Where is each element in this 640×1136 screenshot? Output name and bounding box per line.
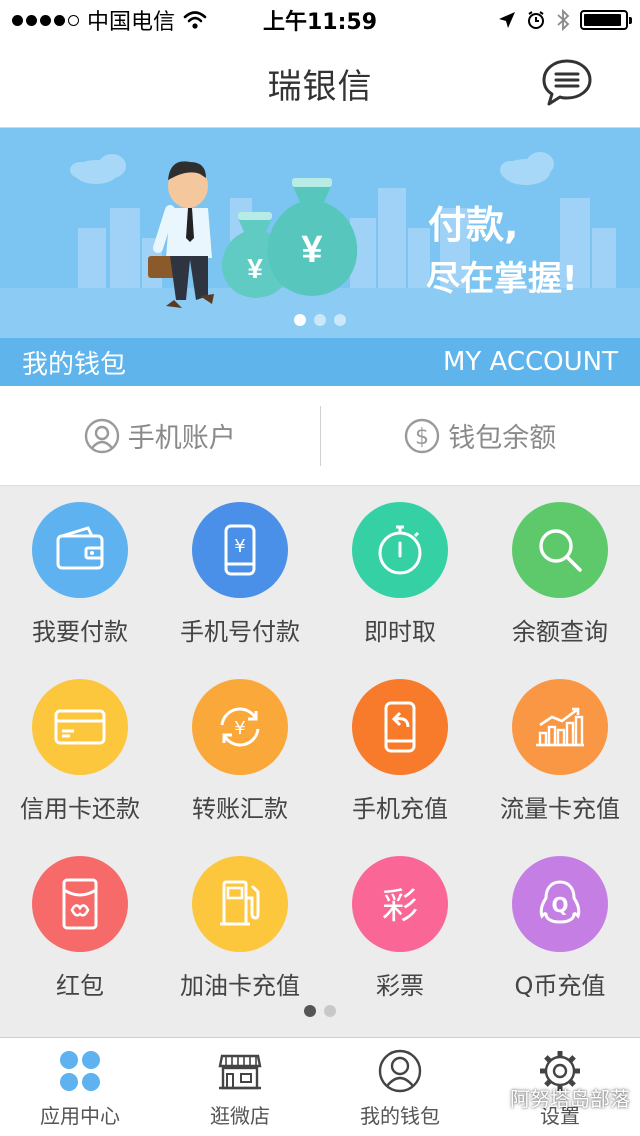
wallet-balance-label: 钱包余额 xyxy=(448,423,557,454)
watermark-text: 阿努塔岛部落 xyxy=(510,1087,630,1111)
grid-item-label: 手机充值 xyxy=(352,795,448,823)
wallet-balance-button[interactable]: $ 钱包余额 xyxy=(321,416,640,455)
grid-item-label: 红包 xyxy=(56,972,104,1000)
grid-item-label: 彩票 xyxy=(376,972,424,1000)
battery-icon xyxy=(580,10,632,30)
lottery-glyph: 彩 xyxy=(382,886,418,927)
svg-text:Q: Q xyxy=(551,893,568,917)
grid-item-label: 转账汇款 xyxy=(192,795,288,823)
grid-item-label: 余额查询 xyxy=(512,618,608,646)
my-wallet-label: 我的钱包 xyxy=(22,349,127,380)
data-chart-icon xyxy=(512,679,608,775)
carrier-name: 中国电信 xyxy=(87,10,176,35)
svg-text:¥: ¥ xyxy=(247,253,263,284)
my-account-label: MY ACCOUNT xyxy=(442,347,618,377)
status-time: 上午11:59 xyxy=(262,10,378,35)
money-bag-icon: ¥ xyxy=(267,178,358,296)
message-bubble-icon[interactable] xyxy=(540,56,594,110)
user-circle-icon xyxy=(84,418,119,453)
status-bar: 中国电信 上午11:59 xyxy=(0,0,640,40)
tab-my-wallet[interactable]: 我的钱包 xyxy=(320,1038,480,1136)
fuel-pump-icon xyxy=(192,856,288,952)
stopwatch-icon xyxy=(352,502,448,598)
wifi-icon xyxy=(183,11,207,29)
search-icon xyxy=(512,502,608,598)
location-arrow-icon xyxy=(499,12,515,28)
page-title: 瑞银信 xyxy=(267,67,373,107)
tab-label: 我的钱包 xyxy=(360,1104,440,1128)
svg-text:$: $ xyxy=(415,425,429,450)
grid-page-indicator[interactable] xyxy=(0,1005,640,1017)
qq-penguin-icon: Q xyxy=(512,856,608,952)
grid-item-label: Q币充值 xyxy=(514,972,606,1000)
phone-account-label: 手机账户 xyxy=(127,423,236,454)
credit-card-icon xyxy=(32,679,128,775)
phone-account-button[interactable]: 手机账户 xyxy=(0,416,320,455)
svg-text:¥: ¥ xyxy=(301,229,322,271)
grid-item-label: 信用卡还款 xyxy=(20,795,140,823)
grid-item-label: 手机号付款 xyxy=(180,618,300,646)
grid-item-credit-card-repay[interactable]: 信用卡还款 xyxy=(0,677,160,854)
grid-item-pay[interactable]: 我要付款 xyxy=(0,500,160,677)
grid-item-transfer[interactable]: ¥ 转账汇款 xyxy=(160,677,320,854)
tab-micro-store[interactable]: 逛微店 xyxy=(160,1038,320,1136)
grid-item-balance-query[interactable]: 余额查询 xyxy=(480,500,640,677)
svg-text:¥: ¥ xyxy=(234,718,245,739)
tab-bar: 应用中心 逛微店 我的钱包 设置 阿努塔岛部落 xyxy=(0,1037,640,1136)
lottery-icon: 彩 xyxy=(352,856,448,952)
banner-page-indicator xyxy=(0,314,640,326)
bluetooth-icon xyxy=(557,9,570,31)
banner-illustration: ¥ ¥ 付款, 尽在掌握! xyxy=(0,152,640,338)
tab-label: 应用中心 xyxy=(40,1104,120,1128)
banner-headline-1: 付款, xyxy=(428,203,518,247)
tab-label: 逛微店 xyxy=(210,1104,270,1128)
grid-item-label: 流量卡充值 xyxy=(500,795,620,823)
dollar-circle-icon: $ xyxy=(405,418,440,453)
store-icon xyxy=(218,1054,262,1090)
red-envelope-icon xyxy=(32,856,128,952)
svg-text:¥: ¥ xyxy=(234,536,245,557)
grid-item-label: 我要付款 xyxy=(32,618,128,646)
watermark: 阿努塔岛部落 xyxy=(474,1083,630,1112)
transfer-yen-icon: ¥ xyxy=(192,679,288,775)
wallet-icon xyxy=(32,502,128,598)
grid-item-instant-withdraw[interactable]: 即时取 xyxy=(320,500,480,677)
wechat-icon xyxy=(474,1085,504,1109)
function-grid: 我要付款 ¥ 手机号付款 即时取 余额查询 信用卡还款 ¥ 转账汇款 手机充值 … xyxy=(0,500,640,1031)
banner-headline-2: 尽在掌握! xyxy=(426,259,578,299)
grid-item-label: 加油卡充值 xyxy=(180,972,300,1000)
apps-grid-icon xyxy=(60,1051,100,1091)
grid-item-data-recharge[interactable]: 流量卡充值 xyxy=(480,677,640,854)
signal-strength-icon xyxy=(12,14,79,26)
account-bar[interactable]: 我的钱包 MY ACCOUNT xyxy=(0,338,640,386)
alarm-clock-icon xyxy=(528,11,544,29)
nav-bar: 瑞银信 xyxy=(0,40,640,128)
grid-item-phone-recharge[interactable]: 手机充值 xyxy=(320,677,480,854)
grid-item-phone-pay[interactable]: ¥ 手机号付款 xyxy=(160,500,320,677)
promo-banner[interactable]: ¥ ¥ 付款, 尽在掌握! xyxy=(0,128,640,338)
tab-app-center[interactable]: 应用中心 xyxy=(0,1038,160,1136)
grid-item-label: 即时取 xyxy=(364,618,436,646)
user-circle-icon xyxy=(378,1049,422,1093)
phone-yen-icon: ¥ xyxy=(192,502,288,598)
phone-recharge-icon xyxy=(352,679,448,775)
account-info-row: 手机账户 $ 钱包余额 xyxy=(0,386,640,486)
